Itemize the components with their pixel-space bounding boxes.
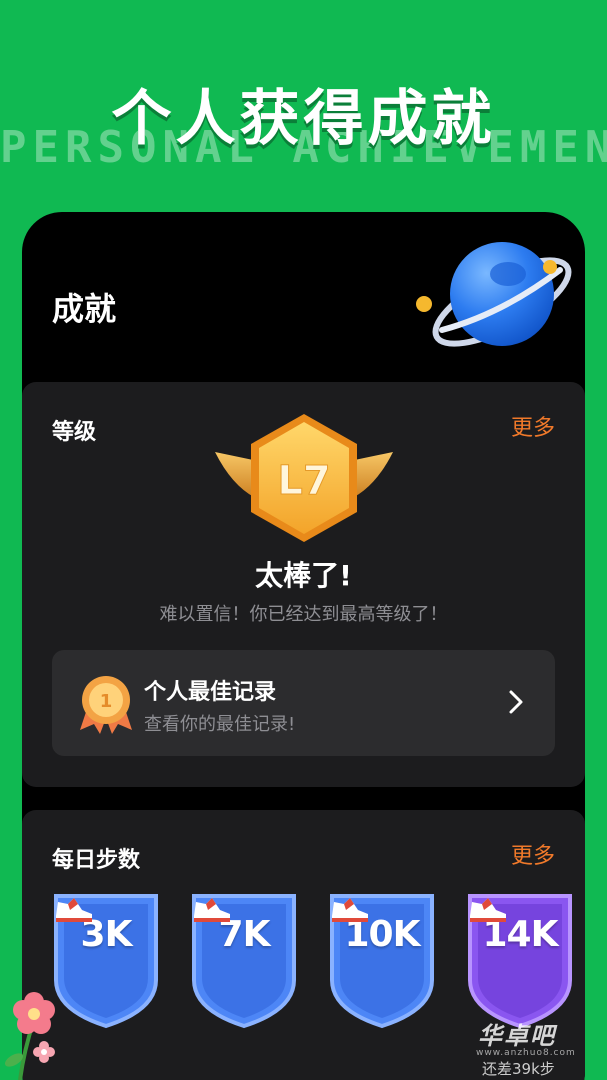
watermark-text: 华卓吧 — [478, 1022, 556, 1050]
level-card: 等级 更多 L7 太棒了! 难以置信！你已经达到最高等级了！ 1 个人最佳记录 … — [22, 382, 585, 787]
step-goal-10k[interactable]: 10K — [328, 892, 436, 1030]
level-badge-icon: L7 — [215, 414, 393, 542]
level-label: 等级 — [52, 420, 97, 445]
praise-text: 太棒了! — [255, 559, 352, 592]
planet-icon — [416, 242, 572, 347]
watermark-logo: 华卓吧 www.anzhuo8.com — [468, 1010, 598, 1060]
level-more-link[interactable]: 更多 — [511, 410, 555, 442]
hero-title: 个人获得成就 — [111, 84, 496, 154]
sneaker-icon — [332, 898, 368, 922]
record-title: 个人最佳记录 — [144, 680, 277, 705]
page-title: 成就 — [52, 290, 117, 328]
personal-best-record-button[interactable]: 1 个人最佳记录 查看你的最佳记录! — [52, 650, 555, 756]
sneaker-icon — [56, 898, 92, 922]
level-badge-text: L7 — [277, 458, 330, 504]
phone-screen: 成就 等级 更多 L7 太棒了! 难以置信！你已经达到最高等级了！ 1 个人最佳… — [22, 212, 585, 1080]
chevron-right-icon — [509, 690, 523, 714]
steps-remaining-text: 还差39k步 — [482, 1060, 555, 1078]
steps-label: 每日步数 — [52, 848, 141, 873]
medal-number: 1 — [100, 691, 113, 712]
step-goal-7k[interactable]: 7K — [190, 892, 298, 1030]
steps-more-link[interactable]: 更多 — [511, 838, 555, 870]
sneaker-icon — [194, 898, 230, 922]
record-subtitle: 查看你的最佳记录! — [144, 714, 296, 735]
sneaker-icon — [470, 898, 506, 922]
medal-icon: 1 — [80, 676, 132, 734]
flower-icon — [4, 992, 55, 1080]
watermark-url: www.anzhuo8.com — [476, 1048, 576, 1058]
praise-subtext: 难以置信！你已经达到最高等级了！ — [159, 604, 448, 625]
